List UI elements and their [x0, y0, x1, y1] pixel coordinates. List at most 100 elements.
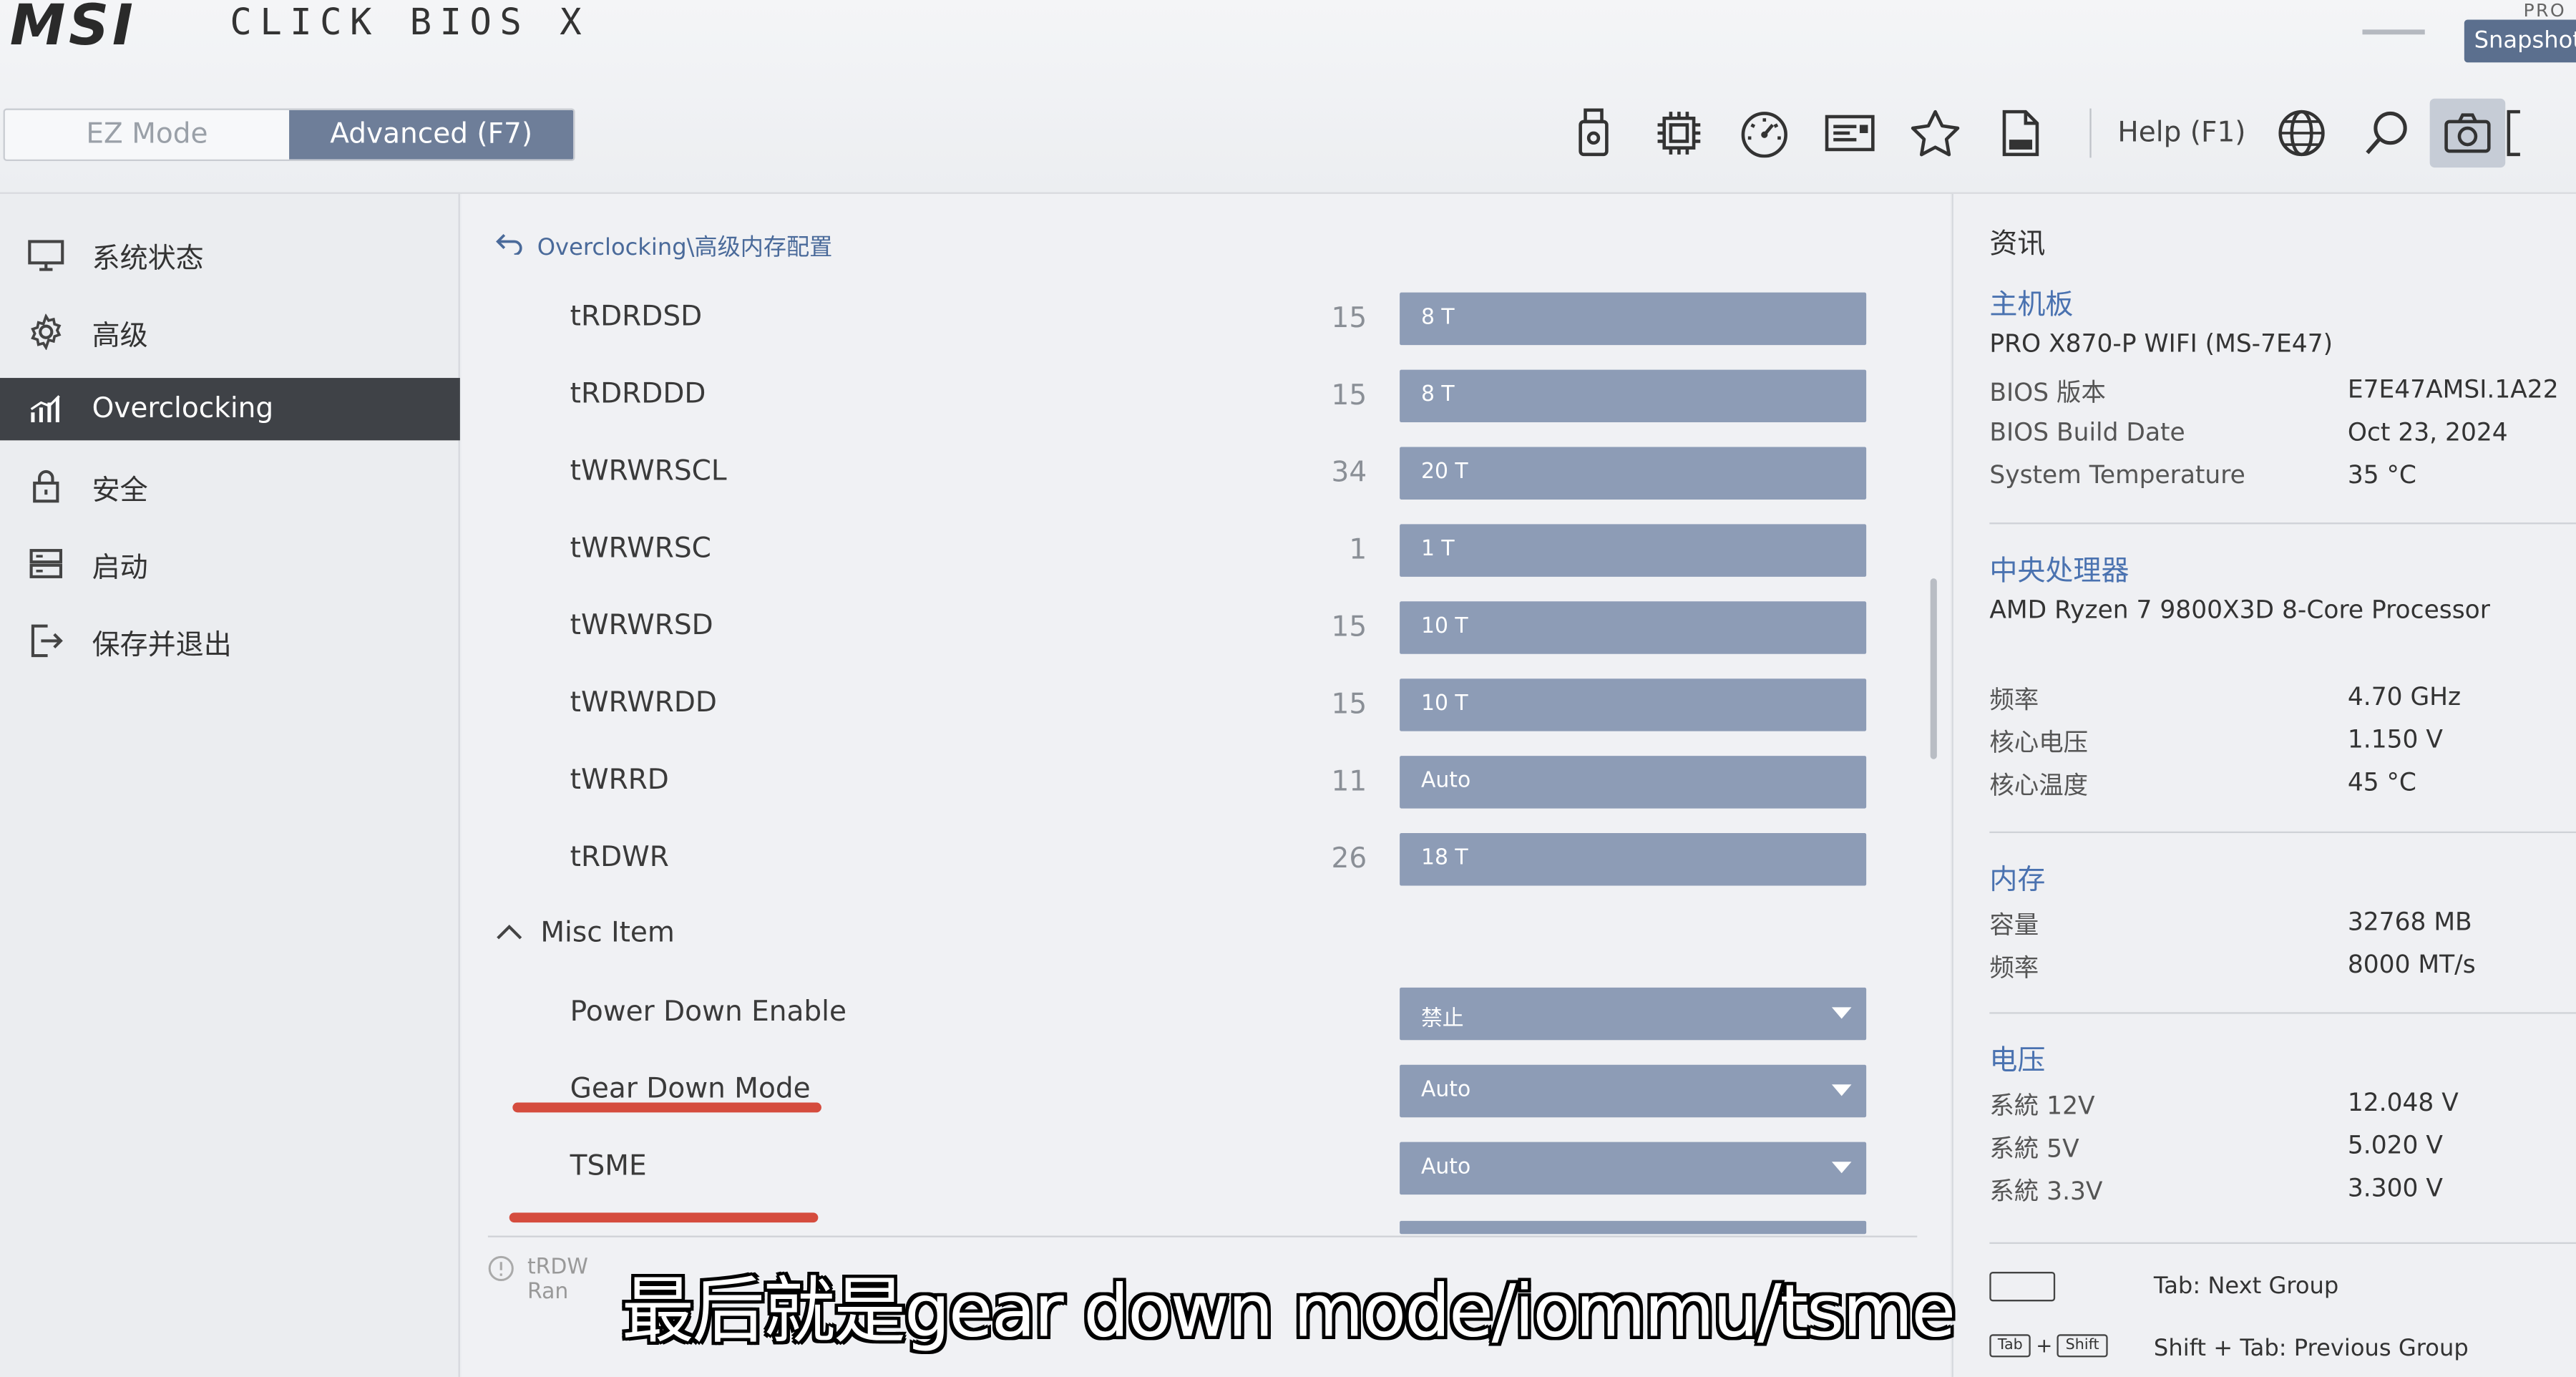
boot-drive-icon: [0, 548, 92, 580]
voltage-header: 电压: [1989, 1045, 2046, 1079]
info-key: BIOS 版本: [1989, 378, 2106, 408]
breadcrumb-path: Overclocking\高级内存配置: [537, 235, 833, 262]
lock-icon: [0, 468, 92, 505]
dropdown-arrow-icon: [1831, 1007, 1852, 1019]
cpu-icon[interactable]: [1636, 99, 1722, 167]
current-value: 1: [1349, 534, 1367, 568]
sidebar-item-overclocking[interactable]: Overclocking: [0, 378, 460, 441]
info-key: 容量: [1989, 910, 2039, 940]
dropdown-arrow-icon: [1831, 1084, 1852, 1096]
mode-toggle: EZ Mode Advanced (F7): [3, 108, 575, 161]
setting-row[interactable]: tWRRD 11 Auto: [462, 756, 1950, 812]
bar-chart-icon: [0, 393, 92, 426]
exit-window-icon[interactable]: [2505, 99, 2538, 167]
sidebar-item-advanced[interactable]: 高级: [0, 301, 460, 363]
product-title: CLICK BIOS X: [230, 3, 590, 44]
setting-field[interactable]: 8 T: [1400, 369, 1867, 423]
setting-field[interactable]: 8 T: [1400, 292, 1867, 346]
usb-flash-icon[interactable]: [1551, 99, 1636, 167]
setting-label: tRDRDDD: [570, 378, 706, 411]
back-arrow-icon[interactable]: [494, 232, 524, 261]
misc-item-group-header[interactable]: Misc Item: [494, 917, 675, 950]
tsme-dropdown[interactable]: Auto: [1400, 1142, 1867, 1195]
camera-icon[interactable]: [2429, 98, 2506, 168]
info-value: E7E47AMSI.1A22: [2347, 374, 2559, 404]
gear-icon: [0, 313, 92, 351]
info-value: 8000 MT/s: [2347, 950, 2476, 980]
setting-row[interactable]: tRDWR 26 18 T: [462, 833, 1950, 889]
gauge-icon[interactable]: [1722, 99, 1807, 167]
power-down-dropdown[interactable]: 禁止: [1400, 987, 1867, 1041]
favorite-star-icon[interactable]: [1893, 99, 1978, 167]
setting-row[interactable]: tRDRDDD 15 8 T: [462, 369, 1950, 426]
setting-row-power-down[interactable]: Power Down Enable 禁止: [462, 987, 1950, 1043]
divider: [1989, 1012, 2576, 1014]
info-key: 系統 5V: [1989, 1134, 2079, 1164]
motherboard-model: PRO X870-P WIFI (MS-7E47): [1989, 329, 2333, 359]
info-key: 系統 3.3V: [1989, 1176, 2103, 1207]
setting-row[interactable]: tWRWRDD 15 10 T: [462, 678, 1950, 734]
sidebar-item-label: 高级: [92, 319, 148, 353]
setting-field[interactable]: 10 T: [1400, 601, 1867, 654]
main-settings-panel: Overclocking\高级内存配置 tRDRDSD 15 8 T tRDRD…: [462, 193, 1951, 1377]
setting-field[interactable]: 10 T: [1400, 678, 1867, 731]
sidebar-item-label: 保存并退出: [92, 628, 232, 662]
current-value: 15: [1331, 688, 1367, 721]
header-bar: MSI CLICK BIOS X PRO Snapshot EZ Mode Ad…: [0, 0, 2576, 194]
sidebar: 系统状态 高级 Overclocking 安全 启动 保存并退出: [0, 193, 460, 1377]
id-card-icon[interactable]: [1807, 99, 1892, 167]
setting-label: tRDWR: [570, 841, 669, 875]
exit-icon: [0, 623, 92, 659]
ez-mode-button[interactable]: EZ Mode: [5, 110, 289, 160]
minimize-icon[interactable]: [2362, 29, 2425, 35]
info-value: 4.70 GHz: [2347, 681, 2462, 712]
setting-row[interactable]: tWRWRSC 1 1 T: [462, 524, 1950, 580]
cpu-model: AMD Ryzen 7 9800X3D 8-Core Processor: [1989, 595, 2490, 625]
advanced-mode-button[interactable]: Advanced (F7): [289, 110, 574, 160]
setting-field[interactable]: 18 T: [1400, 833, 1867, 886]
help-button[interactable]: Help (F1): [2117, 117, 2245, 150]
snapshot-tooltip: Snapshot: [2464, 19, 2576, 63]
gear-down-dropdown[interactable]: Auto: [1400, 1064, 1867, 1118]
info-value: 5.020 V: [2347, 1130, 2443, 1160]
divider: [487, 1235, 1918, 1237]
info-key: BIOS Build Date: [1989, 417, 2185, 447]
memory-header: 内存: [1989, 864, 2046, 897]
setting-label: tWRWRSC: [570, 532, 711, 565]
setting-row[interactable]: tWRWRSCL 34 20 T: [462, 447, 1950, 502]
setting-label: tWRWRSCL: [570, 454, 727, 488]
chevron-up-icon[interactable]: [494, 917, 524, 950]
sidebar-item-save-exit[interactable]: 保存并退出: [0, 610, 460, 672]
info-value: 35 °C: [2347, 459, 2416, 490]
scrollbar-thumb[interactable]: [1930, 578, 1937, 759]
sidebar-item-label: 系统状态: [92, 242, 204, 276]
divider: [1989, 522, 2576, 525]
setting-row[interactable]: tRDRDSD 15 8 T: [462, 292, 1950, 349]
info-key: System Temperature: [1989, 459, 2245, 490]
motherboard-header: 主机板: [1989, 289, 2074, 322]
setting-field[interactable]: 1 T: [1400, 524, 1867, 577]
sidebar-item-boot[interactable]: 启动: [0, 532, 460, 595]
current-value: 34: [1331, 457, 1367, 490]
globe-icon[interactable]: [2259, 99, 2344, 167]
setting-field[interactable]: Auto: [1400, 756, 1867, 809]
info-key: 频率: [1989, 685, 2039, 715]
search-icon[interactable]: [2344, 99, 2429, 167]
setting-row-tsme[interactable]: TSME Auto: [462, 1142, 1950, 1198]
setting-label: Power Down Enable: [570, 996, 847, 1029]
sidebar-item-security[interactable]: 安全: [0, 455, 460, 517]
sidebar-item-label: Overclocking: [92, 392, 274, 426]
dropdown-value: Auto: [1420, 1078, 1471, 1103]
next-setting-field-partial[interactable]: [1400, 1220, 1867, 1235]
log-file-icon[interactable]: [1978, 99, 2063, 167]
info-value: 12.048 V: [2347, 1087, 2459, 1118]
dropdown-value: Auto: [1420, 1155, 1471, 1180]
breadcrumb[interactable]: Overclocking\高级内存配置: [494, 230, 832, 263]
setting-row[interactable]: tWRWRSD 15 10 T: [462, 601, 1950, 657]
divider: [1989, 831, 2576, 834]
setting-field[interactable]: 20 T: [1400, 447, 1867, 500]
current-value: 15: [1331, 302, 1367, 336]
info-value: 32768 MB: [2347, 907, 2472, 937]
info-value: 45 °C: [2347, 767, 2416, 797]
sidebar-item-system-status[interactable]: 系统状态: [0, 223, 460, 286]
